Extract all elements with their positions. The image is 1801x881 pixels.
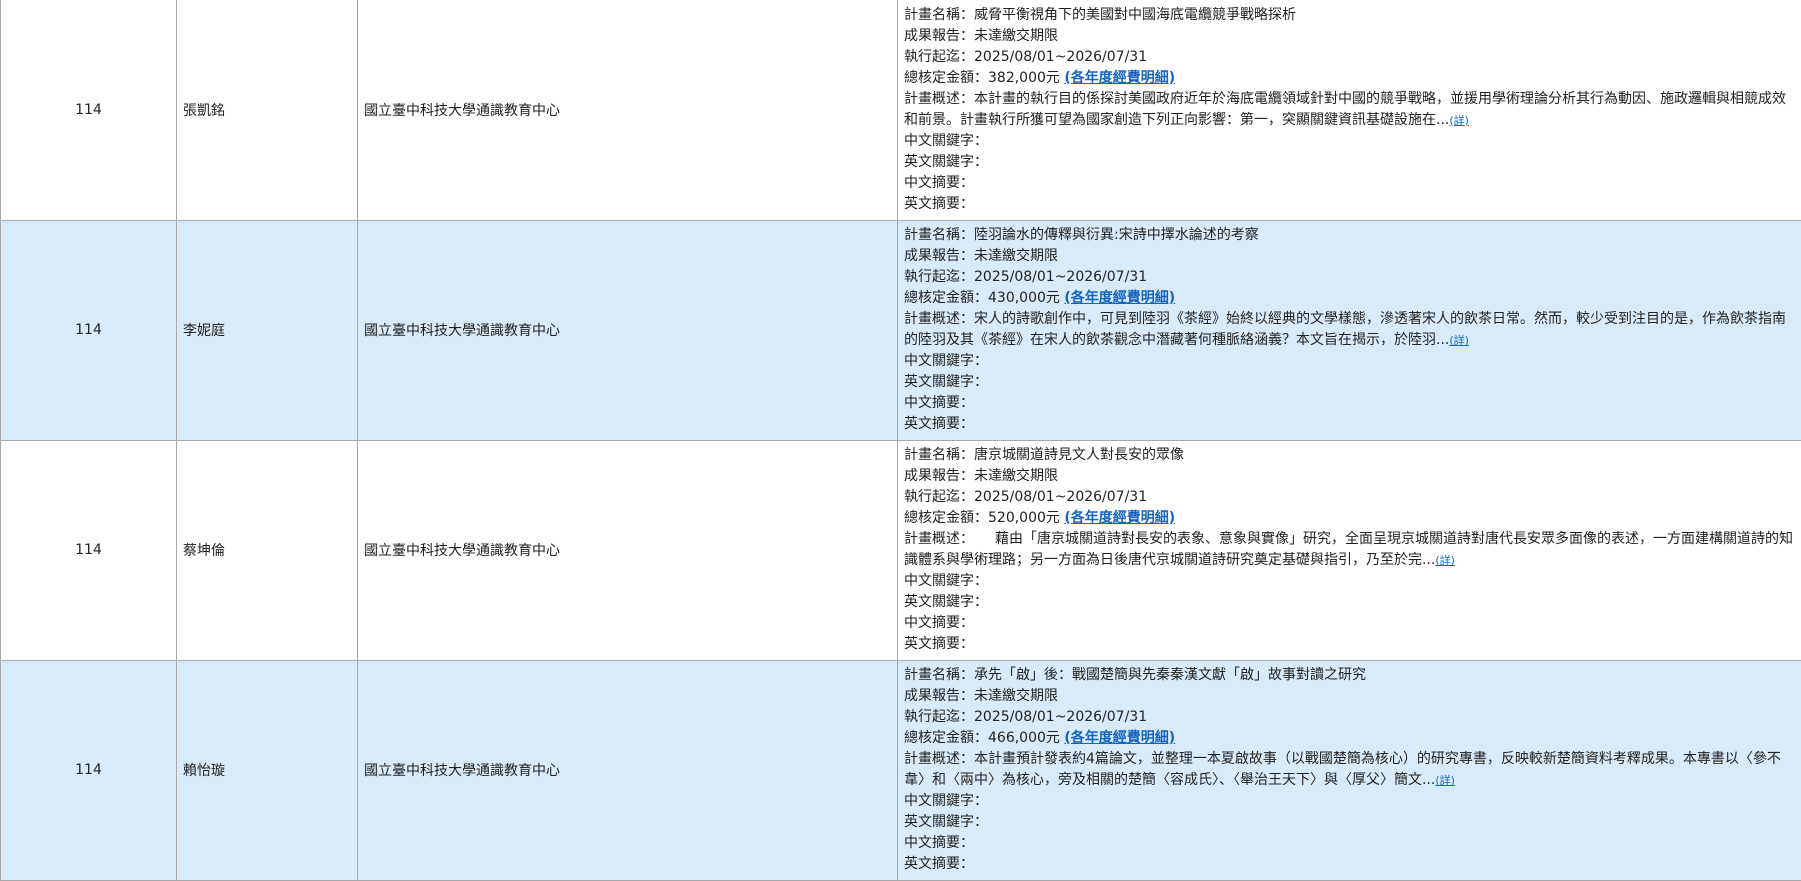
- project-name-line: 計畫名稱：威脅平衡視角下的美國對中國海底電纜競爭戰略探析: [904, 5, 1795, 26]
- period-line: 執行起迄：2025/08/01~2026/07/31: [904, 707, 1795, 728]
- project-info-cell: 計畫名稱：威脅平衡視角下的美國對中國海底電纜競爭戰略探析 成果報告：未達繳交期限…: [898, 0, 1801, 220]
- amount-value: 382,000元: [988, 70, 1060, 86]
- budget-detail-link[interactable]: (各年度經費明細): [1064, 70, 1175, 86]
- amount-value: 430,000元: [988, 290, 1060, 306]
- project-name: 威脅平衡視角下的美國對中國海底電纜競爭戰略探析: [974, 7, 1296, 23]
- en-abstract-line: 英文摘要：: [904, 414, 1795, 435]
- zh-keywords-line: 中文關鍵字：: [904, 791, 1795, 812]
- budget-detail-link[interactable]: (各年度經費明細): [1064, 290, 1175, 306]
- period-value: 2025/08/01~2026/07/31: [974, 709, 1147, 725]
- summary-text: 藉由「唐京城關道詩對長安的表象、意象與實像」研究，全面呈現京城關道詩對唐代長安眾…: [904, 531, 1793, 568]
- amount-line: 總核定金額：430,000元 (各年度經費明細): [904, 288, 1795, 309]
- table-row: 114 李妮庭 國立臺中科技大學通識教育中心 計畫名稱：陸羽論水的傳釋與衍異:宋…: [1, 220, 1801, 440]
- amount-line: 總核定金額：466,000元 (各年度經費明細): [904, 728, 1795, 749]
- more-detail-link[interactable]: (詳): [1435, 554, 1455, 567]
- institution-cell: 國立臺中科技大學通識教育中心: [358, 440, 898, 660]
- report-status: 未達繳交期限: [974, 468, 1058, 484]
- budget-detail-link[interactable]: (各年度經費明細): [1064, 510, 1175, 526]
- summary-text: 本計畫的執行目的係探討美國政府近年於海底電纜領域針對中國的競爭戰略，並援用學術理…: [904, 91, 1786, 128]
- project-name-line: 計畫名稱：陸羽論水的傳釋與衍異:宋詩中擇水論述的考察: [904, 225, 1795, 246]
- project-name: 唐京城關道詩見文人對長安的眾像: [974, 447, 1184, 463]
- report-line: 成果報告：未達繳交期限: [904, 26, 1795, 47]
- report-line: 成果報告：未達繳交期限: [904, 246, 1795, 267]
- summary-line: 計畫概述：宋人的詩歌創作中，可見到陸羽《茶經》始終以經典的文學樣態，滲透著宋人的…: [904, 309, 1795, 351]
- report-line: 成果報告：未達繳交期限: [904, 466, 1795, 487]
- zh-keywords-line: 中文關鍵字：: [904, 351, 1795, 372]
- period-value: 2025/08/01~2026/07/31: [974, 269, 1147, 285]
- en-keywords-line: 英文關鍵字：: [904, 592, 1795, 613]
- period-value: 2025/08/01~2026/07/31: [974, 489, 1147, 505]
- project-name-line: 計畫名稱：承先「啟」後：戰國楚簡與先秦秦漢文獻「啟」故事對讀之研究: [904, 665, 1795, 686]
- zh-abstract-line: 中文摘要：: [904, 613, 1795, 634]
- summary-text: 宋人的詩歌創作中，可見到陸羽《茶經》始終以經典的文學樣態，滲透著宋人的飲茶日常。…: [904, 311, 1786, 348]
- amount-value: 520,000元: [988, 510, 1060, 526]
- project-name: 陸羽論水的傳釋與衍異:宋詩中擇水論述的考察: [974, 227, 1259, 243]
- period-line: 執行起迄：2025/08/01~2026/07/31: [904, 487, 1795, 508]
- report-status: 未達繳交期限: [974, 28, 1058, 44]
- en-abstract-line: 英文摘要：: [904, 194, 1795, 215]
- en-abstract-line: 英文摘要：: [904, 634, 1795, 655]
- project-info-cell: 計畫名稱：承先「啟」後：戰國楚簡與先秦秦漢文獻「啟」故事對讀之研究 成果報告：未…: [898, 660, 1801, 880]
- investigator-cell: 賴怡璇: [177, 660, 358, 880]
- summary-line: 計畫概述：本計畫預計發表約4篇論文，並整理一本夏啟故事（以戰國楚簡為核心）的研究…: [904, 749, 1795, 791]
- year-cell: 114: [1, 0, 177, 220]
- project-info-cell: 計畫名稱：唐京城關道詩見文人對長安的眾像 成果報告：未達繳交期限 執行起迄：20…: [898, 440, 1801, 660]
- summary-text: 本計畫預計發表約4篇論文，並整理一本夏啟故事（以戰國楚簡為核心）的研究專書，反映…: [904, 751, 1781, 788]
- zh-abstract-line: 中文摘要：: [904, 393, 1795, 414]
- project-name: 承先「啟」後：戰國楚簡與先秦秦漢文獻「啟」故事對讀之研究: [974, 667, 1366, 683]
- investigator-cell: 蔡坤倫: [177, 440, 358, 660]
- amount-value: 466,000元: [988, 730, 1060, 746]
- more-detail-link[interactable]: (詳): [1449, 114, 1469, 127]
- year-cell: 114: [1, 220, 177, 440]
- institution-cell: 國立臺中科技大學通識教育中心: [358, 660, 898, 880]
- zh-keywords-line: 中文關鍵字：: [904, 131, 1795, 152]
- more-detail-link[interactable]: (詳): [1449, 334, 1469, 347]
- project-info-cell: 計畫名稱：陸羽論水的傳釋與衍異:宋詩中擇水論述的考察 成果報告：未達繳交期限 執…: [898, 220, 1801, 440]
- en-keywords-line: 英文關鍵字：: [904, 152, 1795, 173]
- en-keywords-line: 英文關鍵字：: [904, 812, 1795, 833]
- institution-cell: 國立臺中科技大學通識教育中心: [358, 220, 898, 440]
- zh-keywords-line: 中文關鍵字：: [904, 571, 1795, 592]
- institution-cell: 國立臺中科技大學通識教育中心: [358, 0, 898, 220]
- zh-abstract-line: 中文摘要：: [904, 833, 1795, 854]
- project-name-line: 計畫名稱：唐京城關道詩見文人對長安的眾像: [904, 445, 1795, 466]
- period-line: 執行起迄：2025/08/01~2026/07/31: [904, 267, 1795, 288]
- table-row: 114 蔡坤倫 國立臺中科技大學通識教育中心 計畫名稱：唐京城關道詩見文人對長安…: [1, 440, 1801, 660]
- year-cell: 114: [1, 660, 177, 880]
- amount-line: 總核定金額：382,000元 (各年度經費明細): [904, 68, 1795, 89]
- year-cell: 114: [1, 440, 177, 660]
- period-value: 2025/08/01~2026/07/31: [974, 49, 1147, 65]
- table-row: 114 張凱銘 國立臺中科技大學通識教育中心 計畫名稱：威脅平衡視角下的美國對中…: [1, 0, 1801, 220]
- amount-line: 總核定金額：520,000元 (各年度經費明細): [904, 508, 1795, 529]
- summary-line: 計畫概述：本計畫的執行目的係探討美國政府近年於海底電纜領域針對中國的競爭戰略，並…: [904, 89, 1795, 131]
- table-row: 114 賴怡璇 國立臺中科技大學通識教育中心 計畫名稱：承先「啟」後：戰國楚簡與…: [1, 660, 1801, 880]
- report-status: 未達繳交期限: [974, 688, 1058, 704]
- investigator-cell: 張凱銘: [177, 0, 358, 220]
- summary-line: 計畫概述： 藉由「唐京城關道詩對長安的表象、意象與實像」研究，全面呈現京城關道詩…: [904, 529, 1795, 571]
- investigator-cell: 李妮庭: [177, 220, 358, 440]
- report-status: 未達繳交期限: [974, 248, 1058, 264]
- report-line: 成果報告：未達繳交期限: [904, 686, 1795, 707]
- more-detail-link[interactable]: (詳): [1435, 774, 1455, 787]
- en-abstract-line: 英文摘要：: [904, 854, 1795, 875]
- budget-detail-link[interactable]: (各年度經費明細): [1064, 730, 1175, 746]
- period-line: 執行起迄：2025/08/01~2026/07/31: [904, 47, 1795, 68]
- en-keywords-line: 英文關鍵字：: [904, 372, 1795, 393]
- zh-abstract-line: 中文摘要：: [904, 173, 1795, 194]
- results-table: 114 張凱銘 國立臺中科技大學通識教育中心 計畫名稱：威脅平衡視角下的美國對中…: [0, 0, 1801, 881]
